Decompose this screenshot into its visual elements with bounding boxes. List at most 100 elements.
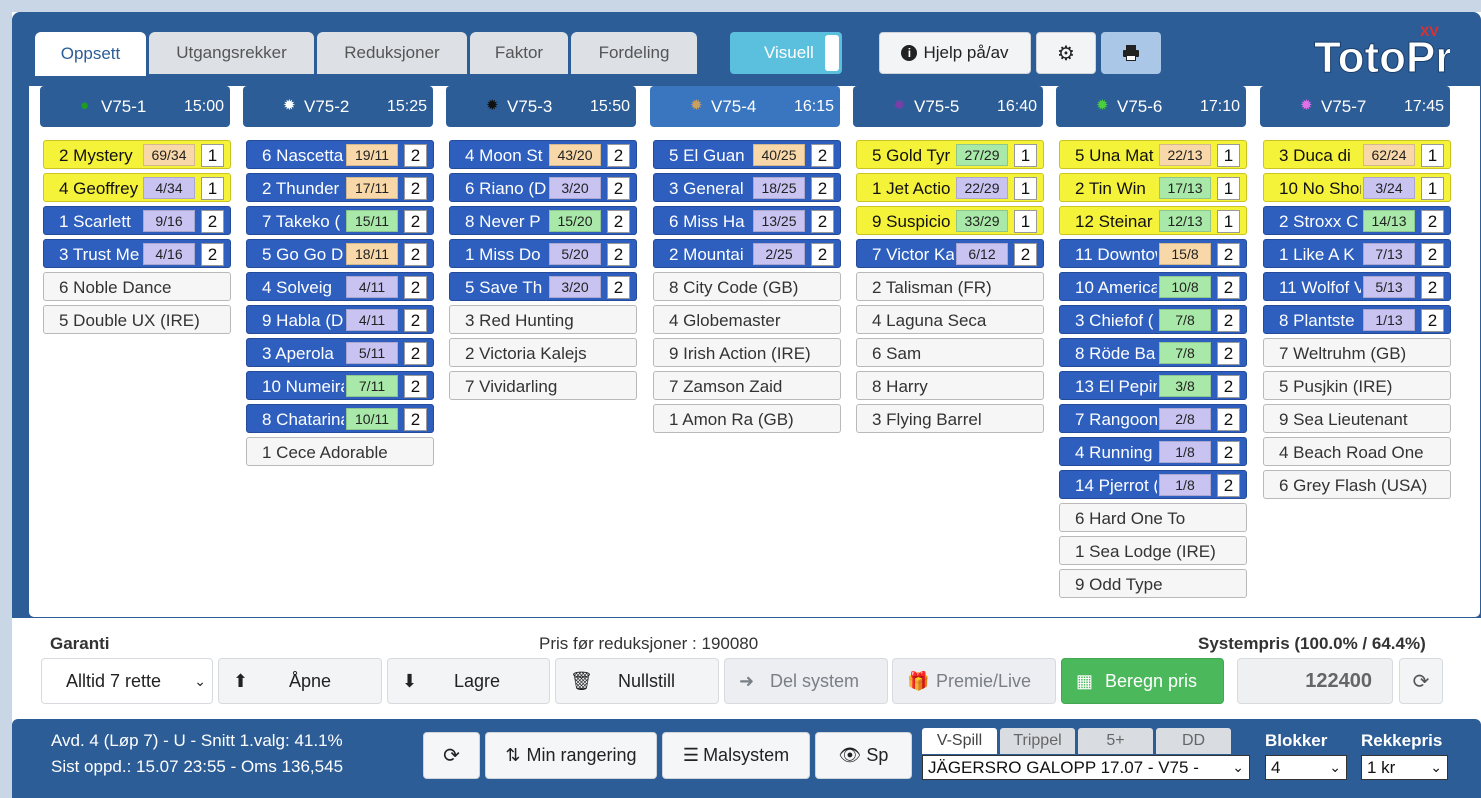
rank-box[interactable]: 1 (1014, 210, 1037, 233)
prize-button[interactable]: 🎁 Premie/Live (892, 658, 1056, 704)
horse-row[interactable]: 7 Vividarling (449, 371, 637, 400)
garanti-select[interactable]: Alltid 7 rette ⌄ (41, 658, 213, 704)
rank-box[interactable]: 2 (404, 408, 427, 431)
horse-row[interactable]: 1 Amon Ra (GB) (653, 404, 841, 433)
tab-5plus[interactable]: 5+ (1078, 728, 1153, 754)
horse-row[interactable]: 9 Sea Lieutenant (1263, 404, 1451, 433)
malsystem-button[interactable]: ☰ Malsystem (662, 732, 810, 779)
horse-row[interactable]: 9 Odd Type (1059, 569, 1247, 598)
horse-row[interactable]: 9 Irish Action (IRE) (653, 338, 841, 367)
horse-row[interactable]: 3 Flying Barrel (856, 404, 1044, 433)
tab-oppsett[interactable]: Oppsett (35, 32, 146, 76)
rank-box[interactable]: 1 (1421, 177, 1444, 200)
horse-row[interactable]: 5 Double UX (IRE) (43, 305, 231, 334)
horse-row[interactable]: 12 Steinar (12/13 1 (1059, 206, 1247, 235)
horse-row[interactable]: 6 Hard One To (1059, 503, 1247, 532)
horse-row[interactable]: 5 Gold Tyr 27/29 1 (856, 140, 1044, 169)
rank-box[interactable]: 2 (607, 177, 630, 200)
horse-row[interactable]: 1 Cece Adorable (246, 437, 434, 466)
horse-row[interactable]: 1 Sea Lodge (IRE) (1059, 536, 1247, 565)
rank-box[interactable]: 1 (1014, 144, 1037, 167)
rank-box[interactable]: 2 (404, 210, 427, 233)
horse-row[interactable]: 4 Solveig 4/11 2 (246, 272, 434, 301)
horse-row[interactable]: 9 Suspicio 33/29 1 (856, 206, 1044, 235)
race-header-2[interactable]: ✹ V75-2 15:25 (243, 86, 433, 127)
race-header-7[interactable]: ✹ V75-7 17:45 (1260, 86, 1450, 127)
tab-dd[interactable]: DD (1156, 728, 1231, 754)
horse-row[interactable]: 2 Victoria Kalejs (449, 338, 637, 367)
refresh-price-button[interactable]: ⟳ (1399, 658, 1443, 704)
rank-box[interactable]: 2 (404, 144, 427, 167)
rank-box[interactable]: 2 (1217, 342, 1240, 365)
race-header-6[interactable]: ✹ V75-6 17:10 (1056, 86, 1246, 127)
tab-faktor[interactable]: Faktor (470, 32, 568, 74)
rank-box[interactable]: 2 (1217, 408, 1240, 431)
rank-box[interactable]: 2 (1421, 276, 1444, 299)
horse-row[interactable]: 7 Takeko (15/11 2 (246, 206, 434, 235)
reset-button[interactable]: 🗑 Nullstill (555, 658, 719, 704)
horse-row[interactable]: 7 Rangoon 2/8 2 (1059, 404, 1247, 433)
race-header-1[interactable]: ● V75-1 15:00 (40, 86, 230, 127)
rank-box[interactable]: 2 (607, 210, 630, 233)
horse-row[interactable]: 10 No Shor 3/24 1 (1263, 173, 1451, 202)
horse-row[interactable]: 3 Chiefof (7/8 2 (1059, 305, 1247, 334)
horse-row[interactable]: 5 Una Mat 22/13 1 (1059, 140, 1247, 169)
open-button[interactable]: ⬆ Åpne (218, 658, 382, 704)
horse-row[interactable]: 3 Duca di 62/24 1 (1263, 140, 1451, 169)
print-button[interactable] (1101, 32, 1161, 74)
horse-row[interactable]: 1 Miss Do 5/20 2 (449, 239, 637, 268)
rank-box[interactable]: 1 (1217, 144, 1240, 167)
rank-box[interactable]: 2 (1421, 309, 1444, 332)
rank-box[interactable]: 1 (1217, 177, 1240, 200)
horse-row[interactable]: 8 Chatarina 10/11 2 (246, 404, 434, 433)
horse-row[interactable]: 3 Trust Me 4/16 2 (43, 239, 231, 268)
horse-row[interactable]: 2 Mystery 69/34 1 (43, 140, 231, 169)
horse-row[interactable]: 6 Nascetta 19/11 2 (246, 140, 434, 169)
horse-row[interactable]: 7 Zamson Zaid (653, 371, 841, 400)
horse-row[interactable]: 6 Noble Dance (43, 272, 231, 301)
horse-row[interactable]: 1 Scarlett 9/16 2 (43, 206, 231, 235)
horse-row[interactable]: 13 El Pepin 3/8 2 (1059, 371, 1247, 400)
race-header-5[interactable]: ✹ V75-5 16:40 (853, 86, 1043, 127)
rank-box[interactable]: 2 (607, 243, 630, 266)
rank-box[interactable]: 2 (811, 243, 834, 266)
rank-box[interactable]: 1 (1217, 210, 1240, 233)
save-button[interactable]: ⬇ Lagre (387, 658, 550, 704)
horse-row[interactable]: 6 Sam (856, 338, 1044, 367)
horse-row[interactable]: 2 Stroxx C 14/13 2 (1263, 206, 1451, 235)
horse-row[interactable]: 4 Running 1/8 2 (1059, 437, 1247, 466)
horse-row[interactable]: 4 Laguna Seca (856, 305, 1044, 334)
rank-box[interactable]: 2 (404, 375, 427, 398)
rank-box[interactable]: 2 (201, 210, 224, 233)
horse-row[interactable]: 2 Talisman (FR) (856, 272, 1044, 301)
rank-box[interactable]: 2 (811, 210, 834, 233)
rank-box[interactable]: 1 (201, 144, 224, 167)
horse-row[interactable]: 2 Thunder 17/11 2 (246, 173, 434, 202)
horse-row[interactable]: 5 Pusjkin (IRE) (1263, 371, 1451, 400)
share-button[interactable]: ➜ Del system (724, 658, 888, 704)
horse-row[interactable]: 6 Miss Ha 13/25 2 (653, 206, 841, 235)
rank-box[interactable]: 2 (1217, 441, 1240, 464)
horse-row[interactable]: 6 Riano (D 3/20 2 (449, 173, 637, 202)
horse-row[interactable]: 5 Save Th 3/20 2 (449, 272, 637, 301)
tab-v-spill[interactable]: V-Spill (922, 728, 997, 754)
rank-box[interactable]: 2 (1217, 375, 1240, 398)
horse-row[interactable]: 2 Tin Win 17/13 1 (1059, 173, 1247, 202)
help-toggle-button[interactable]: i Hjelp på/av (879, 32, 1031, 74)
horse-row[interactable]: 11 Wolfof V 5/13 2 (1263, 272, 1451, 301)
min-rangering-button[interactable]: ⇅ Min rangering (485, 732, 657, 779)
rank-box[interactable]: 2 (811, 177, 834, 200)
sp-button[interactable]: 👁 Sp (815, 732, 912, 779)
tab-reduksjoner[interactable]: Reduksjoner (317, 32, 467, 74)
horse-row[interactable]: 4 Globemaster (653, 305, 841, 334)
race-select[interactable]: JÄGERSRO GALOPP 17.07 - V75 - ⌄ (922, 755, 1250, 780)
rank-box[interactable]: 2 (201, 243, 224, 266)
horse-row[interactable]: 8 Plantste 1/13 2 (1263, 305, 1451, 334)
calc-price-button[interactable]: ▦ Beregn pris (1061, 658, 1224, 704)
horse-row[interactable]: 7 Weltruhm (GB) (1263, 338, 1451, 367)
horse-row[interactable]: 8 Never P 15/20 2 (449, 206, 637, 235)
horse-row[interactable]: 9 Habla (D 4/11 2 (246, 305, 434, 334)
rank-box[interactable]: 2 (404, 342, 427, 365)
rank-box[interactable]: 2 (404, 276, 427, 299)
horse-row[interactable]: 2 Mountai 2/25 2 (653, 239, 841, 268)
